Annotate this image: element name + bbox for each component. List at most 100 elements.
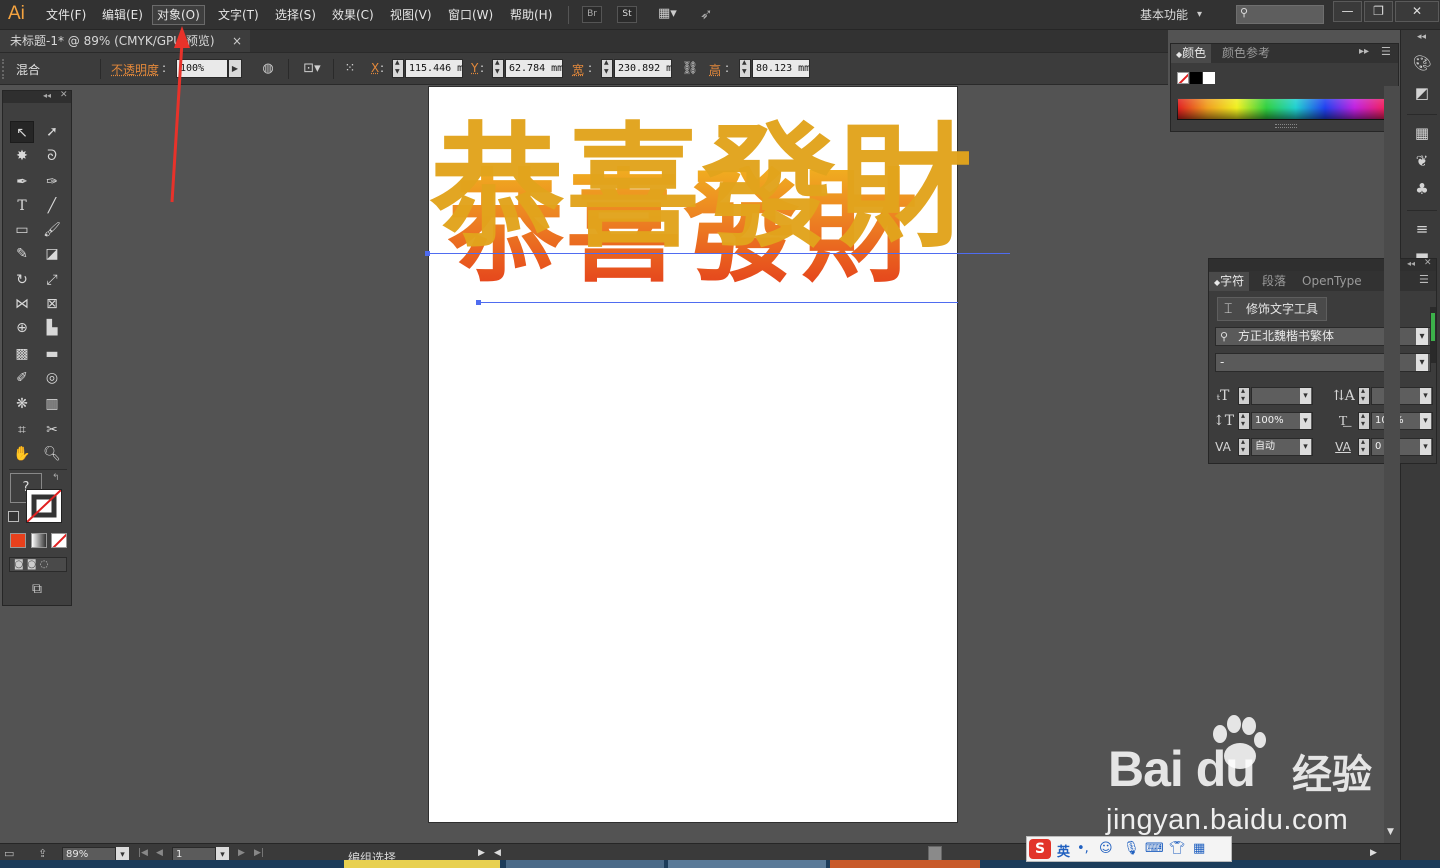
share-icon[interactable]: ⇪ <box>38 847 47 860</box>
font-size-field[interactable] <box>1251 387 1313 405</box>
last-artboard-icon[interactable]: ▶| <box>254 848 264 858</box>
workspace-switcher[interactable]: 基本功能 <box>1140 5 1206 25</box>
rectangle-tool-icon[interactable]: ▭ <box>10 219 34 241</box>
vertical-scale-stepper[interactable] <box>1238 411 1250 430</box>
minimize-button[interactable]: — <box>1333 1 1362 22</box>
free-transform-tool-icon[interactable]: ⊠ <box>40 293 64 315</box>
change-screen-mode-icon[interactable]: ⧉ <box>25 581 49 599</box>
zoom-tool-icon[interactable]: 🔍︎ <box>40 443 64 465</box>
arrange-documents-icon[interactable]: ▦▾ <box>658 6 684 23</box>
menu-window[interactable]: 窗口(W) <box>444 5 497 25</box>
eraser-tool-icon[interactable]: ◪ <box>40 243 64 265</box>
leading-stepper[interactable] <box>1358 386 1370 405</box>
restore-button[interactable]: ❐ <box>1364 1 1393 22</box>
symbol-sprayer-tool-icon[interactable]: ❋ <box>10 393 34 415</box>
tracking-field[interactable]: 0 <box>1371 438 1433 456</box>
previous-artboard-icon[interactable]: ◀ <box>156 848 163 858</box>
anchor-point[interactable] <box>425 251 430 256</box>
document-tab[interactable]: 未标题-1* @ 89% (CMYK/GPU 预览) <box>0 30 250 52</box>
close-panel-icon[interactable]: ✕ <box>1424 258 1432 268</box>
hand-tool-icon[interactable]: ✋ <box>10 443 34 465</box>
control-bar-grip[interactable] <box>2 59 8 79</box>
color-mode-button[interactable] <box>10 533 26 548</box>
tools-panel-header[interactable]: ◂◂ ✕ <box>3 90 71 103</box>
touch-type-tool-button[interactable]: ⌶ 修饰文字工具 <box>1217 297 1327 321</box>
tab-opentype[interactable]: OpenType <box>1297 272 1367 291</box>
scroll-left-icon[interactable]: ◀ <box>494 848 501 858</box>
x-stepper[interactable] <box>392 59 404 78</box>
pencil-tool-icon[interactable]: ✎ <box>10 243 34 265</box>
none-mode-button[interactable] <box>51 533 67 548</box>
width-field[interactable]: 230.892 mm <box>614 59 672 78</box>
status-menu-icon[interactable]: ▶ <box>478 848 485 858</box>
blend-tool-icon[interactable]: ◎ <box>40 367 64 389</box>
help-search-input[interactable]: ⚲ <box>1236 5 1324 24</box>
rotate-tool-icon[interactable]: ↻ <box>10 269 34 291</box>
height-stepper[interactable] <box>739 59 751 78</box>
drawing-mode-buttons[interactable]: ◙ ◙ ◌ <box>9 557 67 572</box>
opacity-label[interactable]: 不透明度 <box>111 61 159 78</box>
tab-character[interactable]: ◆字符 <box>1209 272 1250 291</box>
expand-panels-icon[interactable]: ◂◂ <box>1417 32 1426 42</box>
menu-file[interactable]: 文件(F) <box>42 5 90 25</box>
next-artboard-icon[interactable]: ▶ <box>238 848 245 858</box>
symbols-icon[interactable]: ♣ <box>1411 178 1433 200</box>
first-artboard-icon[interactable]: |◀ <box>138 848 148 858</box>
constrain-proportions-icon[interactable]: ⛓ <box>680 60 700 78</box>
lasso-tool-icon[interactable]: ᘐ <box>40 145 64 167</box>
punctuation-icon[interactable]: •, <box>1077 841 1089 856</box>
scale-tool-icon[interactable]: ⤢ <box>40 269 64 291</box>
selection-tool-icon[interactable]: ↖ <box>10 121 34 143</box>
y-label[interactable]: Y <box>471 61 478 75</box>
transform-grid-icon[interactable]: ⁙ <box>340 60 360 78</box>
menu-type[interactable]: 文字(T) <box>214 5 263 25</box>
tab-color-guide[interactable]: 颜色参考 <box>1217 44 1275 63</box>
white-swatch[interactable] <box>1203 72 1215 84</box>
horizontal-scale-field[interactable]: 100% <box>1371 412 1433 430</box>
mesh-tool-icon[interactable]: ▩ <box>10 343 34 365</box>
stroke-swatch[interactable] <box>26 489 62 523</box>
curvature-tool-icon[interactable]: ✑ <box>40 171 64 193</box>
stock-button[interactable]: St <box>617 6 637 23</box>
perspective-grid-tool-icon[interactable]: ▙ <box>40 317 64 339</box>
tab-paragraph[interactable]: 段落 <box>1257 272 1291 291</box>
brushes-icon[interactable]: ❦ <box>1411 150 1433 172</box>
gradient-mode-button[interactable] <box>31 533 47 548</box>
default-fill-stroke-icon[interactable] <box>8 511 19 522</box>
collapse-panel-icon[interactable]: ◂◂ <box>1407 259 1415 268</box>
reference-point-icon[interactable]: ⊡▾ <box>298 60 326 78</box>
pen-tool-icon[interactable]: ✒ <box>10 171 34 193</box>
eyedropper-tool-icon[interactable]: ✐ <box>10 367 34 389</box>
tracking-stepper[interactable] <box>1358 437 1370 456</box>
color-panel-icon[interactable]: 🎨︎ <box>1411 52 1433 74</box>
close-window-button[interactable]: ✕ <box>1395 1 1439 22</box>
menu-edit[interactable]: 编辑(E) <box>98 5 147 25</box>
shape-builder-tool-icon[interactable]: ⊕ <box>10 317 34 339</box>
panel-menu-icon[interactable]: ☰ <box>1381 45 1391 58</box>
height-label[interactable]: 高 <box>709 61 721 78</box>
stroke-icon[interactable]: ≡ <box>1411 218 1433 240</box>
gradient-tool-icon[interactable]: ▬ <box>40 343 64 365</box>
anchor-point[interactable] <box>476 300 481 305</box>
kerning-field[interactable]: 自动 <box>1251 438 1313 456</box>
width-stepper[interactable] <box>601 59 613 78</box>
resize-grip[interactable] <box>1275 124 1297 128</box>
menu-help[interactable]: 帮助(H) <box>506 5 556 25</box>
close-document-icon[interactable]: × <box>232 30 242 52</box>
leading-field[interactable] <box>1371 387 1433 405</box>
type-tool-icon[interactable]: T <box>10 195 34 217</box>
collapse-panel-icon[interactable]: ▸▸ <box>1359 46 1369 57</box>
slice-tool-icon[interactable]: ✂ <box>40 419 64 441</box>
menu-select[interactable]: 选择(S) <box>271 5 320 25</box>
gpu-rocket-icon[interactable]: ➶ <box>700 5 720 25</box>
recolor-artwork-icon[interactable]: ◍ <box>258 60 278 78</box>
collapse-panel-icon[interactable]: ◂◂ <box>43 91 51 100</box>
ime-logo[interactable]: S <box>1029 839 1051 859</box>
x-label[interactable]: X <box>371 61 379 75</box>
bridge-button[interactable]: Br <box>582 6 602 23</box>
close-panel-icon[interactable]: ✕ <box>60 90 68 100</box>
width-label[interactable]: 宽 <box>572 61 584 78</box>
swatches-icon[interactable]: ▦ <box>1411 122 1433 144</box>
height-field[interactable]: 80.123 mm <box>752 59 810 78</box>
taskbar-item[interactable] <box>506 860 664 868</box>
